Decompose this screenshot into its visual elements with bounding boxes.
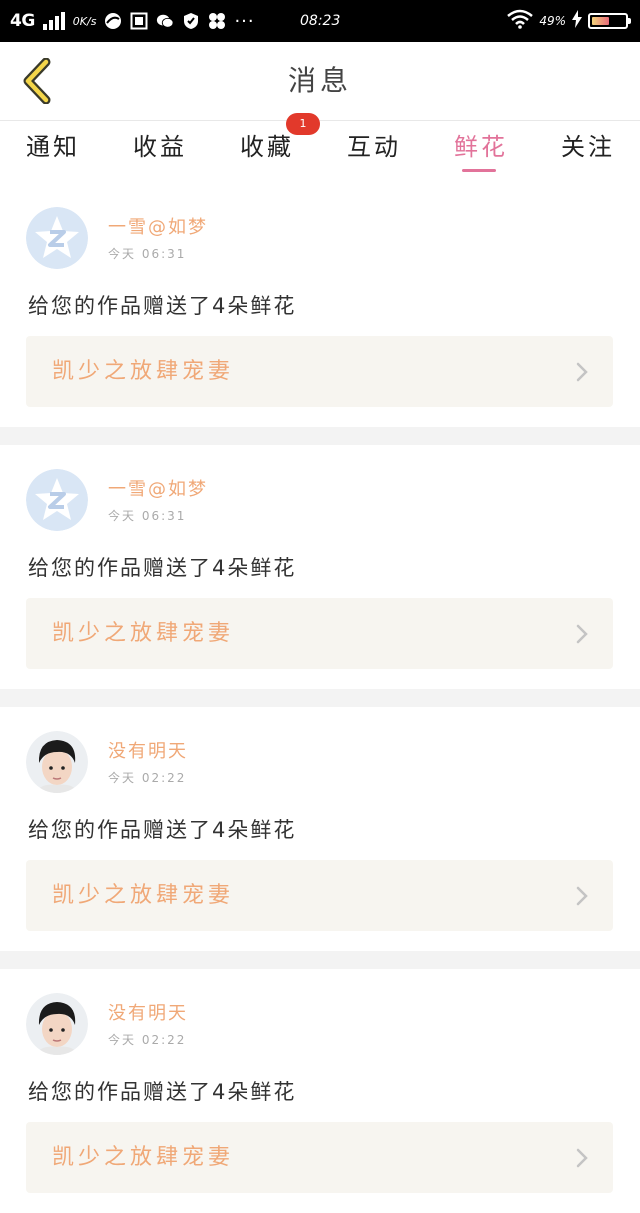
tab-following[interactable]: 关注 bbox=[543, 121, 633, 177]
work-link[interactable]: 凯少之放肆宠妻 bbox=[26, 336, 613, 407]
message-text: 给您的作品赠送了4朵鲜花 bbox=[28, 556, 297, 580]
shield-icon bbox=[182, 12, 200, 30]
avatar[interactable] bbox=[26, 207, 88, 269]
charging-icon bbox=[572, 10, 582, 32]
tab-notifications[interactable]: 通知 bbox=[8, 121, 98, 177]
calendar-app-icon bbox=[130, 12, 148, 30]
message-text: 给您的作品赠送了4朵鲜花 bbox=[28, 1080, 297, 1104]
timestamp: 今天 02:22 bbox=[108, 1033, 187, 1047]
username[interactable]: 没有明天 bbox=[108, 999, 188, 1025]
message-card: 没有明天 今天 02:22 给您的作品赠送了4朵鲜花 凯少之放肆宠妻 bbox=[0, 707, 640, 951]
network-type: 4G bbox=[10, 11, 35, 31]
tab-bar: 通知 收益 收藏 互动 鲜花 关注 bbox=[0, 121, 640, 181]
more-notifications-icon: ··· bbox=[234, 10, 255, 32]
message-card: 一雪@如梦 今天 06:31 给您的作品赠送了4朵鲜花 凯少之放肆宠妻 bbox=[0, 445, 640, 689]
message-card: 一雪@如梦 今天 06:31 给您的作品赠送了4朵鲜花 凯少之放肆宠妻 bbox=[0, 183, 640, 427]
battery-icon bbox=[588, 13, 631, 29]
work-title: 凯少之放肆宠妻 bbox=[52, 1145, 235, 1170]
back-button[interactable] bbox=[14, 56, 60, 106]
user-photo-icon bbox=[26, 731, 88, 793]
timestamp: 今天 02:22 bbox=[108, 771, 187, 785]
username[interactable]: 一雪@如梦 bbox=[108, 213, 208, 239]
browser-app-icon bbox=[104, 12, 122, 30]
work-link[interactable]: 凯少之放肆宠妻 bbox=[26, 1122, 613, 1193]
tab-interactions[interactable]: 互动 bbox=[329, 121, 419, 177]
username[interactable]: 没有明天 bbox=[108, 737, 188, 763]
username[interactable]: 一雪@如梦 bbox=[108, 475, 208, 501]
work-title: 凯少之放肆宠妻 bbox=[52, 359, 235, 384]
timestamp: 今天 06:31 bbox=[108, 247, 187, 261]
avatar[interactable] bbox=[26, 469, 88, 531]
favorites-badge: 1 bbox=[286, 113, 320, 135]
network-speed: 0K/s bbox=[72, 14, 97, 28]
status-bar: 4G 0K/s ··· 08:23 49% bbox=[0, 0, 640, 42]
work-link[interactable]: 凯少之放肆宠妻 bbox=[26, 598, 613, 669]
signal-icon bbox=[42, 12, 65, 30]
divider bbox=[0, 689, 640, 707]
top-nav-bar: 消息 bbox=[0, 42, 640, 121]
wifi-icon bbox=[507, 9, 534, 33]
wechat-icon bbox=[156, 12, 175, 30]
chevron-right-icon bbox=[576, 886, 588, 906]
work-link[interactable]: 凯少之放肆宠妻 bbox=[26, 860, 613, 931]
qq-avatar-icon bbox=[26, 469, 88, 531]
qq-avatar-icon bbox=[26, 207, 88, 269]
battery-percent: 49% bbox=[539, 14, 566, 28]
work-title: 凯少之放肆宠妻 bbox=[52, 883, 235, 908]
avatar[interactable] bbox=[26, 993, 88, 1055]
work-title: 凯少之放肆宠妻 bbox=[52, 621, 235, 646]
chevron-right-icon bbox=[576, 362, 588, 382]
message-text: 给您的作品赠送了4朵鲜花 bbox=[28, 294, 297, 318]
chevron-left-icon bbox=[23, 58, 51, 104]
chevron-right-icon bbox=[576, 1148, 588, 1168]
tab-earnings[interactable]: 收益 bbox=[115, 121, 205, 177]
timestamp: 今天 06:31 bbox=[108, 509, 187, 523]
message-text: 给您的作品赠送了4朵鲜花 bbox=[28, 818, 297, 842]
clock: 08:23 bbox=[300, 13, 341, 29]
user-photo-icon bbox=[26, 993, 88, 1055]
divider bbox=[0, 427, 640, 445]
divider bbox=[0, 951, 640, 969]
pinwheel-app-icon bbox=[208, 12, 226, 30]
message-card: 没有明天 今天 02:22 给您的作品赠送了4朵鲜花 凯少之放肆宠妻 bbox=[0, 969, 640, 1213]
message-list: 一雪@如梦 今天 06:31 给您的作品赠送了4朵鲜花 凯少之放肆宠妻 一雪@如… bbox=[0, 183, 640, 1213]
active-tab-indicator bbox=[462, 169, 496, 172]
page-title: 消息 bbox=[287, 64, 352, 97]
avatar[interactable] bbox=[26, 731, 88, 793]
chevron-right-icon bbox=[576, 624, 588, 644]
